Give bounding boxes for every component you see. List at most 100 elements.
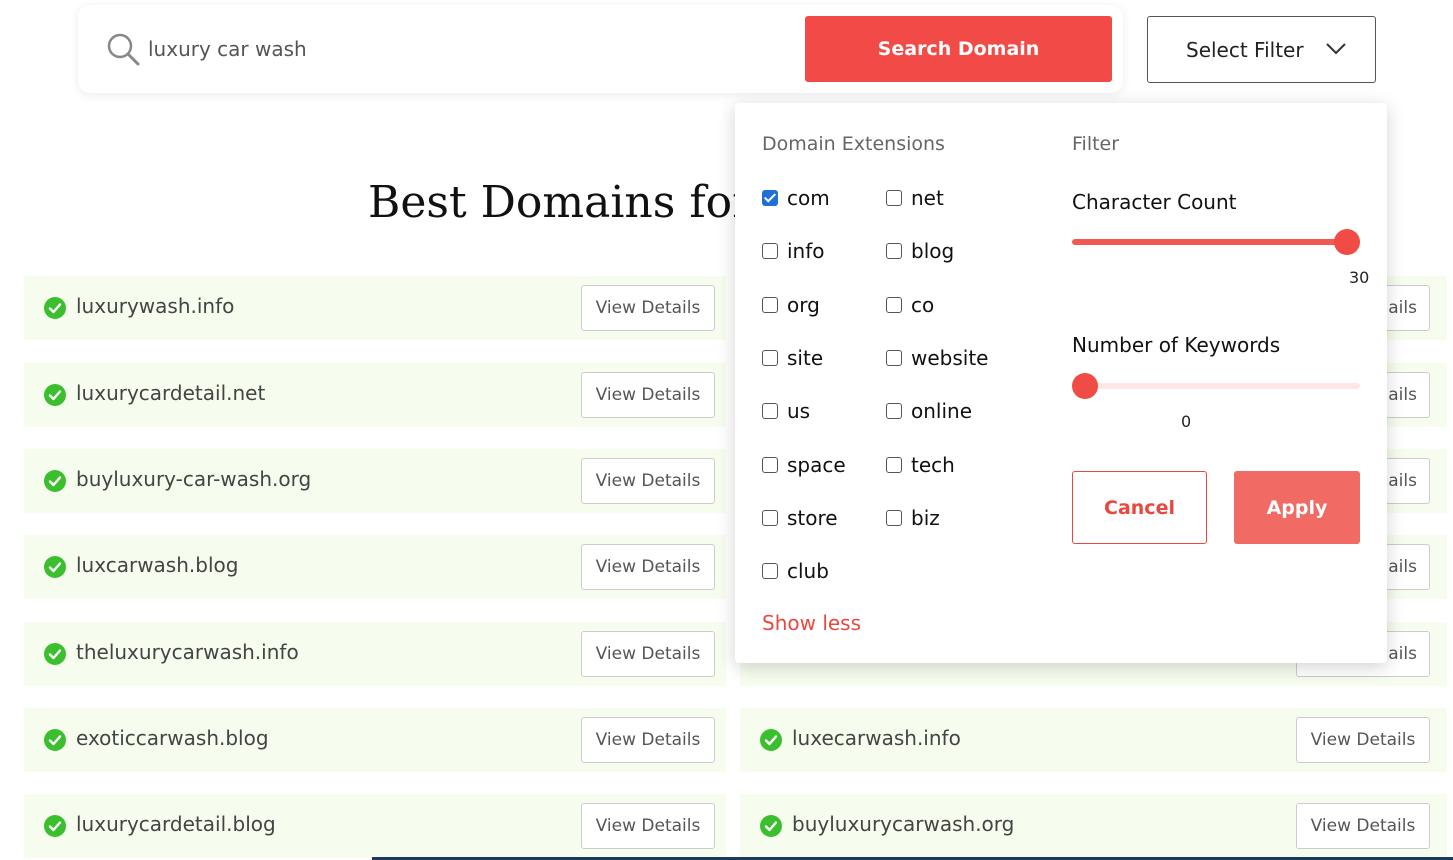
checkbox[interactable] <box>886 190 902 206</box>
filter-panel: Domain Extensions Filter com net info blog o… <box>735 103 1387 663</box>
extension-option-store[interactable]: store <box>762 505 838 531</box>
chevron-down-icon <box>1326 43 1346 55</box>
domain-name: luxecarwash.info <box>792 726 961 750</box>
checkbox[interactable] <box>886 350 902 366</box>
domain-name: luxurycardetail.blog <box>76 812 276 836</box>
search-input[interactable] <box>148 29 788 69</box>
extension-option-co[interactable]: co <box>886 292 934 318</box>
check-circle-icon <box>44 556 66 578</box>
view-details-button[interactable]: View Details <box>581 544 715 590</box>
checkbox[interactable] <box>886 457 902 473</box>
check-circle-icon <box>760 729 782 751</box>
domain-name: buyluxury-car-wash.org <box>76 467 312 491</box>
character-count-value: 30 <box>1349 268 1370 287</box>
extension-label: com <box>787 186 830 210</box>
domain-name: exoticcarwash.blog <box>76 726 269 750</box>
checkbox[interactable] <box>762 190 778 206</box>
filter-title: Filter <box>1072 133 1120 155</box>
extension-option-space[interactable]: space <box>762 452 846 478</box>
check-circle-icon <box>44 470 66 492</box>
domain-row: luxurywash.info View Details <box>24 276 726 340</box>
domain-row: luxurycardetail.net View Details <box>24 363 726 427</box>
checkbox[interactable] <box>762 457 778 473</box>
extension-option-online[interactable]: online <box>886 398 972 424</box>
view-details-partial-label: ails <box>1388 644 1417 664</box>
view-details-partial-label: ails <box>1388 557 1417 577</box>
checkbox[interactable] <box>762 297 778 313</box>
select-filter-label: Select Filter <box>1186 37 1304 62</box>
extension-option-tech[interactable]: tech <box>886 452 955 478</box>
extension-option-club[interactable]: club <box>762 558 829 584</box>
view-details-button[interactable]: View Details <box>581 372 715 418</box>
extension-label: org <box>787 293 820 317</box>
domain-extensions-title: Domain Extensions <box>762 133 945 155</box>
checkbox[interactable] <box>886 243 902 259</box>
extension-option-net[interactable]: net <box>886 185 944 211</box>
domain-row: exoticcarwash.blog View Details <box>24 708 726 772</box>
extension-option-com[interactable]: com <box>762 185 830 211</box>
domain-row: luxurycardetail.blog View Details <box>24 794 726 858</box>
domain-name: buyluxurycarwash.org <box>792 812 1015 836</box>
page-title: Best Domains for <box>368 177 754 228</box>
checkbox[interactable] <box>886 403 902 419</box>
character-count-track[interactable] <box>1072 239 1360 245</box>
view-details-button[interactable]: View Details <box>581 631 715 677</box>
check-circle-icon <box>44 815 66 837</box>
select-filter-button[interactable]: Select Filter <box>1147 16 1376 83</box>
extension-label: tech <box>911 453 955 477</box>
extension-option-info[interactable]: info <box>762 238 825 264</box>
extension-option-site[interactable]: site <box>762 345 823 371</box>
view-details-button[interactable]: View Details <box>581 285 715 331</box>
view-details-partial-label: ails <box>1388 471 1417 491</box>
extension-label: space <box>787 453 846 477</box>
extension-option-blog[interactable]: blog <box>886 238 954 264</box>
checkbox[interactable] <box>762 403 778 419</box>
extension-option-org[interactable]: org <box>762 292 820 318</box>
domain-name: luxurywash.info <box>76 294 235 318</box>
view-details-button[interactable]: View Details <box>1296 803 1430 849</box>
search-icon <box>107 33 140 66</box>
apply-button[interactable]: Apply <box>1234 471 1360 544</box>
domain-row: buyluxurycarwash.org View Details <box>740 794 1447 858</box>
extension-option-biz[interactable]: biz <box>886 505 940 531</box>
keywords-track[interactable] <box>1072 383 1360 389</box>
checkbox[interactable] <box>762 510 778 526</box>
extension-label: net <box>911 186 944 210</box>
extension-label: site <box>787 346 824 370</box>
check-circle-icon <box>44 643 66 665</box>
extension-label: website <box>911 346 989 370</box>
view-details-button[interactable]: View Details <box>1296 717 1430 763</box>
checkbox[interactable] <box>762 563 778 579</box>
extension-label: info <box>787 239 825 263</box>
extension-option-us[interactable]: us <box>762 398 810 424</box>
extension-label: co <box>911 293 935 317</box>
character-count-label: Character Count <box>1072 190 1237 214</box>
show-less-link[interactable]: Show less <box>762 611 861 635</box>
search-domain-button[interactable]: Search Domain <box>805 16 1112 82</box>
checkbox[interactable] <box>886 297 902 313</box>
extension-option-website[interactable]: website <box>886 345 988 371</box>
keywords-thumb[interactable] <box>1072 373 1098 399</box>
check-circle-icon <box>760 815 782 837</box>
domain-name: luxurycardetail.net <box>76 381 266 405</box>
check-circle-icon <box>44 297 66 319</box>
view-details-button[interactable]: View Details <box>581 803 715 849</box>
extension-label: blog <box>911 239 955 263</box>
extension-label: store <box>787 506 838 530</box>
checkbox[interactable] <box>762 243 778 259</box>
search-bar: Search Domain <box>78 5 1123 93</box>
cancel-button[interactable]: Cancel <box>1072 471 1207 544</box>
character-count-thumb[interactable] <box>1334 229 1360 255</box>
extension-label: club <box>787 559 829 583</box>
check-circle-icon <box>44 729 66 751</box>
domain-name: theluxurycarwash.info <box>76 640 299 664</box>
view-details-button[interactable]: View Details <box>581 458 715 504</box>
keywords-label: Number of Keywords <box>1072 333 1281 357</box>
domain-row: luxecarwash.info View Details <box>740 708 1447 772</box>
check-circle-icon <box>44 384 66 406</box>
extension-label: biz <box>911 506 940 530</box>
view-details-button[interactable]: View Details <box>581 717 715 763</box>
view-details-partial-label: ails <box>1388 385 1417 405</box>
checkbox[interactable] <box>886 510 902 526</box>
checkbox[interactable] <box>762 350 778 366</box>
